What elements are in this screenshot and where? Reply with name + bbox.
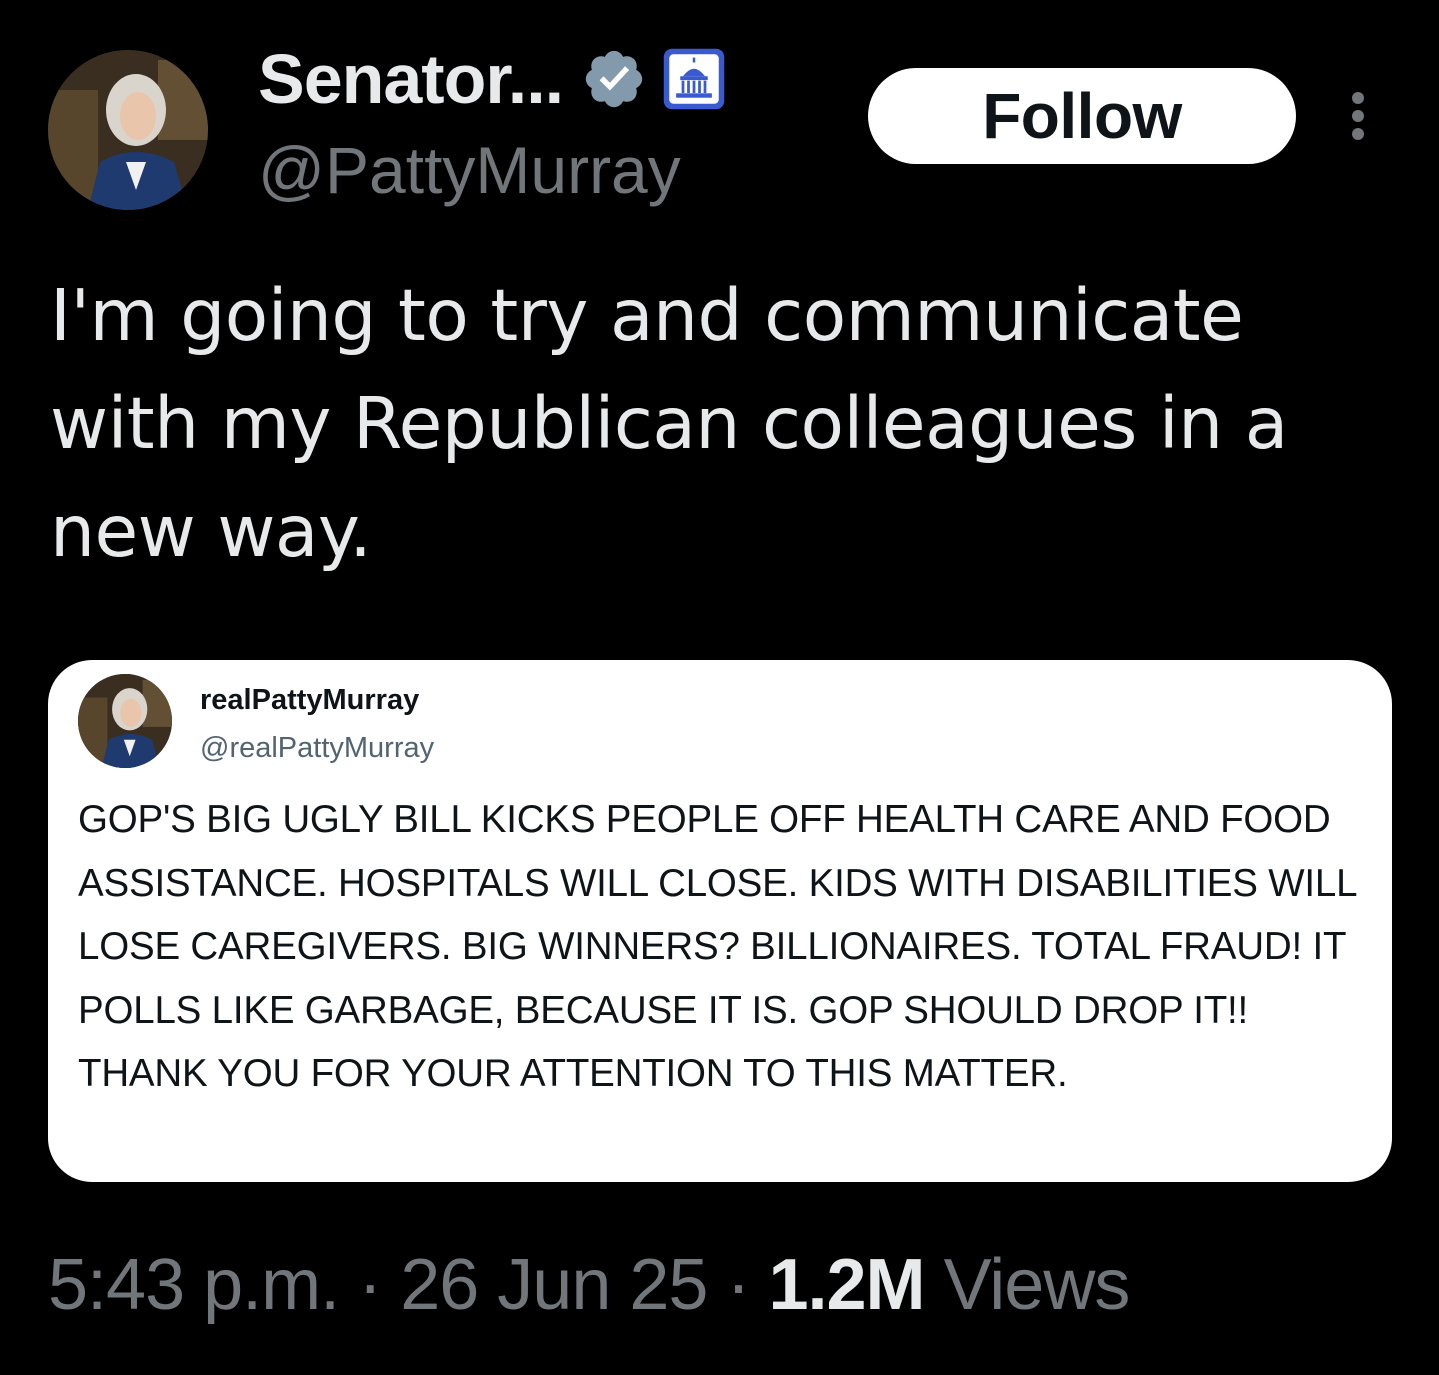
tweet-metadata: 5:43 p.m. · 26 Jun 25 · 1.2M Views: [48, 1244, 1131, 1326]
meta-separator: ·: [358, 1245, 382, 1325]
meta-separator: ·: [726, 1245, 750, 1325]
avatar-photo-icon: [48, 50, 208, 210]
follow-button[interactable]: Follow: [868, 68, 1296, 164]
quoted-author-name: realPattyMurray: [200, 684, 420, 716]
post-time[interactable]: 5:43 p.m.: [48, 1245, 340, 1325]
quoted-author-avatar: [78, 674, 172, 768]
tweet-text: I'm going to try and communicate with my…: [50, 274, 1288, 573]
government-capitol-badge-icon[interactable]: [661, 46, 727, 112]
verified-badge-icon[interactable]: [581, 46, 647, 112]
quoted-avatar-photo-icon: [78, 674, 172, 768]
views-count[interactable]: 1.2M: [768, 1245, 925, 1325]
quoted-post-card[interactable]: realPattyMurray @realPattyMurray GOP'S B…: [48, 660, 1392, 1182]
author-handle[interactable]: @PattyMurray: [258, 132, 681, 208]
author-display-name[interactable]: Senator...: [258, 39, 564, 119]
quoted-post-text: GOP'S BIG UGLY BILL KICKS PEOPLE OFF HEA…: [78, 798, 1356, 1095]
quoted-author-handle: @realPattyMurray: [200, 732, 435, 764]
tweet-detail: Senator... @PattyMurray Follow I'm going…: [0, 0, 1439, 1375]
more-options-icon[interactable]: [1340, 88, 1376, 144]
views-label: Views: [943, 1245, 1131, 1325]
author-avatar[interactable]: [48, 50, 208, 210]
post-date[interactable]: 26 Jun 25: [400, 1245, 708, 1325]
author-name-row: Senator...: [258, 36, 727, 122]
